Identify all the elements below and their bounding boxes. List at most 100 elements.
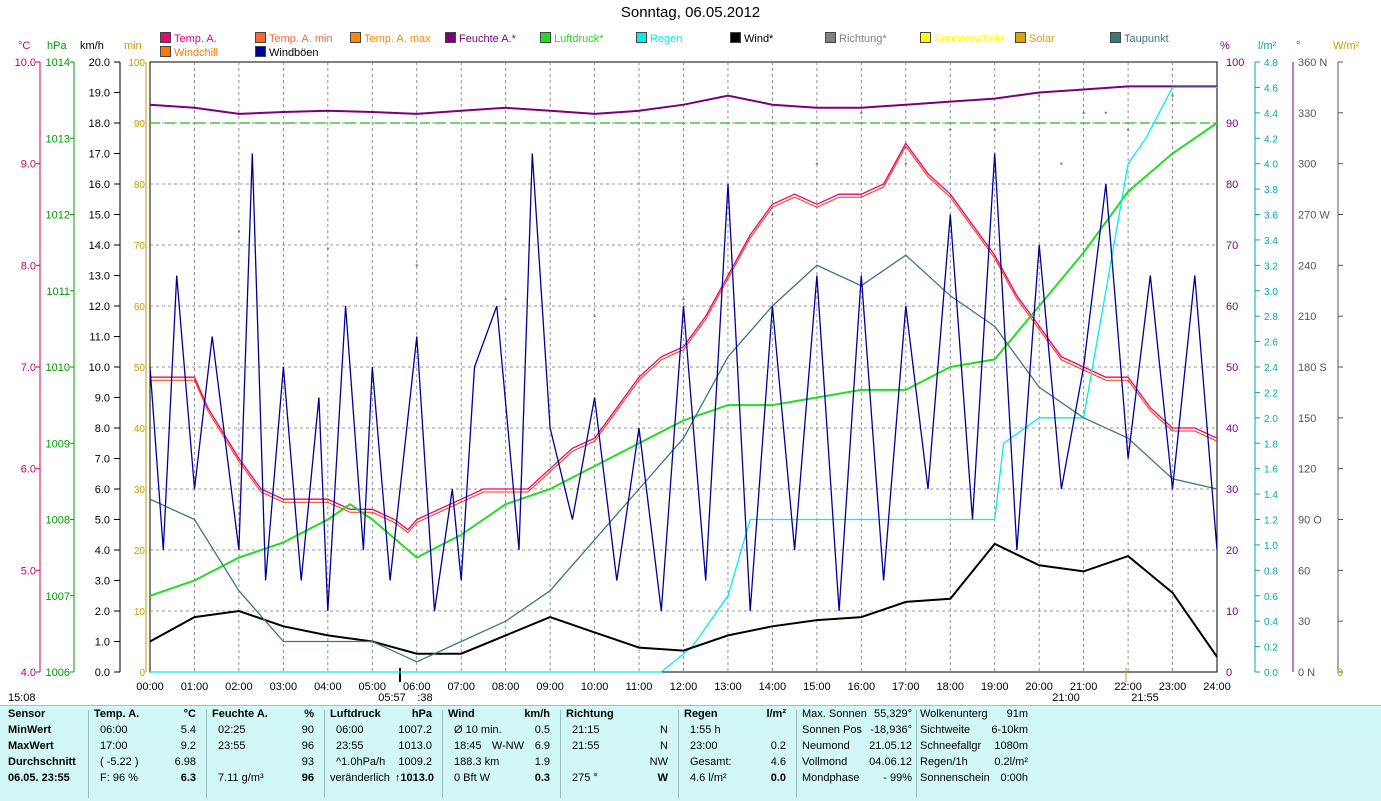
panel-cell: 21.05.12 [869,740,912,752]
rain-tick-label: 4.4 [1264,109,1278,120]
direction-tick-label: 330 [1298,108,1316,120]
rain-tick-label: 3.2 [1264,261,1278,272]
pressure-tick-label: 1013 [46,133,70,145]
time-tick-label: 09:00 [536,681,564,693]
time-tick-label: 18:00 [936,681,964,693]
direction-tick-label: 120 [1298,464,1316,476]
panel-cell: 1080m [994,740,1028,752]
panel-cell: 21:55 [572,740,600,752]
wind-tick-label: 18.0 [89,118,110,130]
humidity-tick-label: 30 [1226,484,1238,496]
direction-point [1060,162,1063,165]
panel-row: Ø 10 min. 0.5 [448,722,554,738]
direction-point [993,128,996,131]
pressure-tick-label: 1011 [46,286,70,298]
wind-tick-label: 8.0 [95,423,110,435]
pressure-column: Luftdruck hPa 06:00 1007.2 23:55 1013.0 ^1.0hP… [330,706,436,801]
direction-point [949,128,952,131]
panel-row: 23:00 0.2 [684,738,790,754]
wind-tick-label: 1.0 [95,637,110,649]
wind-tick-label: 2.0 [95,606,110,618]
minutes-tick-label: 100 [128,58,145,69]
panel-cell: Sichtweite [920,724,971,736]
sensor-min: MinWert [8,724,52,736]
rain-tick-label: 2.0 [1264,414,1278,425]
panel-row: veränderlich ↑1013.0 [330,770,436,786]
sensor-now: 06.05. 23:55 [8,772,70,784]
panel-row: 06:00 5.4 [94,722,200,738]
panel-row: Sonnenschein 0:00h [920,770,1028,786]
wind-tick-label: 17.0 [89,149,110,161]
panel-row: Luftdruck hPa [330,706,436,722]
panel-row: 02:25 90 [212,722,318,738]
temp-tick-label: 8.0 [21,260,36,272]
minutes-tick-label: 10 [134,607,146,618]
minutes-tick-label: 50 [134,363,146,374]
direction-point [1104,111,1108,115]
humidity-tick-label: 100 [1226,57,1244,69]
direction-point [504,298,507,301]
panel-cell: °C [183,708,196,720]
minutes-tick-label: 20 [134,546,146,557]
rain-tick-label: 1.8 [1264,439,1278,450]
sunrise-label: 05:57 [378,692,406,704]
rain-column: Regen l/m² 1:55 h 23:00 0.2 Gesamt: 4.6 4.6 l/m… [684,706,790,801]
panel-cell: 7.11 g/m³ [218,772,264,784]
panel-row: Gesamt: 4.6 [684,754,790,770]
panel-cell: 04.06.12 [869,756,912,768]
panel-cell: Regen/1h [920,756,968,768]
rain-tick-label: 3.4 [1264,236,1278,247]
panel-cell: 18:45 [454,740,482,752]
panel-cell: 21:15 [572,724,600,736]
rain-tick-label: 0.4 [1264,617,1278,628]
sunset-label: 21:55 [1131,692,1159,704]
rain-tick-label: 4.2 [1264,134,1278,145]
panel-cell: 0.2l/m² [994,756,1028,768]
panel-cell: 23:00 [690,740,718,752]
pressure-tick-label: 1009 [46,438,70,450]
panel-cell: 90 [301,724,314,736]
panel-row: 0 Bft W 0.3 [448,770,554,786]
panel-cell: 6.3 [180,772,196,784]
temp-tick-label: 9.0 [21,159,36,171]
wind-tick-label: 0.0 [95,667,110,679]
direction-point [148,331,152,335]
panel-row: 21:15 N [566,722,672,738]
wind-tick-label: 4.0 [95,545,110,557]
panel-cell: Wind [448,708,475,720]
panel-row: 18:45 W-NW 6.9 [448,738,554,754]
panel-cell: 23:55 [218,740,246,752]
humidity-tick-label: 0 [1226,667,1232,679]
time-tick-label: 03:00 [270,681,298,693]
pressure-tick-label: 1014 [46,57,70,69]
sensor-avg: Durchschnitt [8,756,76,768]
panel-row: 23:55 96 [212,738,318,754]
panel-cell: 6-10km [991,724,1028,736]
panel-cell: 55,329° [873,708,912,720]
minutes-tick-label: 80 [134,180,146,191]
direction-point [815,162,819,165]
wind-tick-label: 14.0 [89,240,110,252]
time-tick-label: 10:00 [581,681,609,693]
wind-tick-label: 12.0 [89,301,110,313]
panel-cell: 02:25 [218,724,246,736]
rain-tick-label: 1.4 [1264,490,1278,501]
panel-cell: 93 [301,756,314,768]
panel-cell: Feuchte A. [212,708,268,720]
time-21-label: 21:00 [1052,692,1080,704]
rain-tick-label: 3.0 [1264,287,1278,298]
panel-cell: 17:00 [100,740,128,752]
panel-cell: NW [649,756,668,768]
direction-point [415,264,418,267]
solar-tick-label: 0 [1337,667,1343,679]
direction-point [326,247,330,250]
rain-tick-label: 3.6 [1264,211,1278,222]
humidity-tick-label: 20 [1226,545,1238,557]
minutes-tick-label: 0 [139,668,145,679]
wind-tick-label: 7.0 [95,454,110,466]
panel-cell: 5.4 [180,724,196,736]
panel-cell: 4.6 [770,756,786,768]
time-tick-label: 12:00 [670,681,698,693]
panel-row: 06:00 1007.2 [330,722,436,738]
direction-tick-label: 360 N [1298,57,1327,69]
